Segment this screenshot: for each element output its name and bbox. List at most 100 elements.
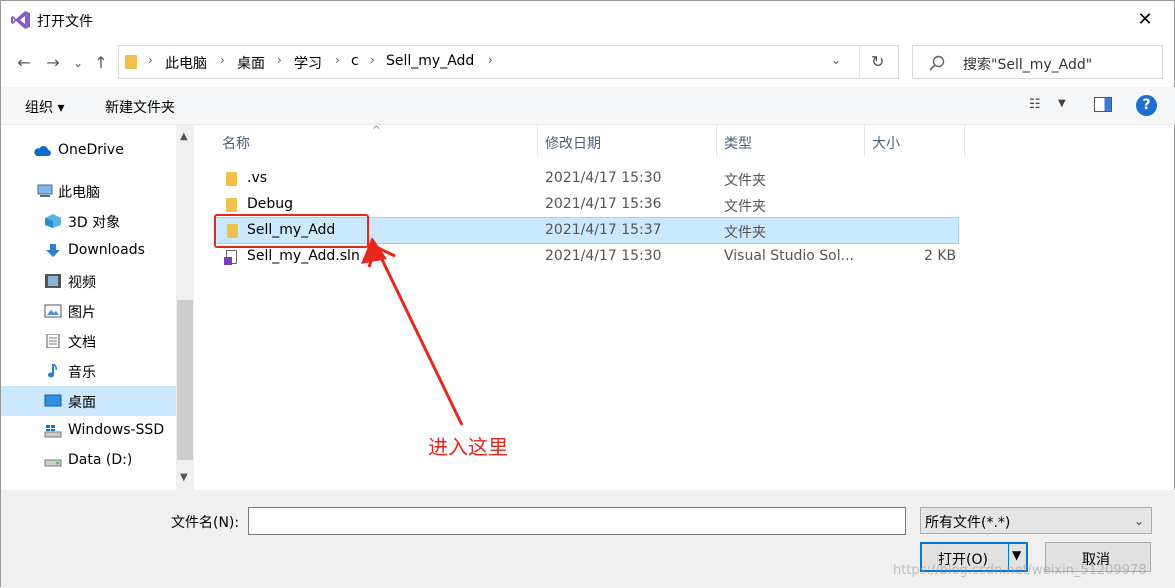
scroll-down-icon[interactable]: ▼ [180, 472, 188, 483]
sidebar-item-pictures[interactable]: 图片 [1, 296, 176, 326]
breadcrumb-separator[interactable]: › [335, 53, 340, 67]
cube-icon [45, 214, 61, 228]
folder-icon [226, 198, 237, 212]
column-header-size[interactable]: 大小 [866, 125, 965, 157]
music-icon [48, 364, 57, 378]
download-icon [46, 244, 60, 257]
column-label: 类型 [724, 136, 752, 152]
sidebar-item-label: 桌面 [68, 395, 96, 411]
chevron-down-icon[interactable]: ▼ [1058, 98, 1066, 109]
new-folder-button[interactable]: 新建文件夹 [105, 97, 175, 117]
file-modified: 2021/4/17 15:37 [545, 222, 662, 238]
folder-icon [125, 55, 137, 69]
file-type: 文件夹 [724, 173, 766, 189]
scrollbar-thumb[interactable] [177, 300, 193, 460]
chevron-down-icon[interactable]: ⌄ [831, 53, 841, 67]
table-row[interactable]: .vs 2021/4/17 15:30 文件夹 [214, 166, 959, 192]
back-button[interactable]: ← [13, 52, 35, 74]
sidebar-item-label: 此电脑 [58, 185, 100, 201]
sidebar-item-label: 视频 [68, 275, 96, 291]
file-modified: 2021/4/17 15:36 [545, 196, 662, 212]
scroll-up-icon[interactable]: ▲ [180, 131, 188, 142]
divider [859, 46, 860, 78]
file-type: 文件夹 [724, 225, 766, 241]
breadcrumb-separator[interactable]: › [277, 53, 282, 67]
file-type-value: 所有文件(*.*) [925, 515, 1011, 531]
navigation-pane: OneDrive 此电脑 3D 对象 Downloads 视频 图片 文档 音乐… [1, 125, 194, 490]
file-type: 文件夹 [724, 199, 766, 215]
filename-label: 文件名(N): [171, 515, 240, 531]
file-type: Visual Studio Sol... [724, 248, 854, 264]
file-type-select[interactable]: 所有文件(*.*) ⌄ [920, 507, 1152, 534]
sidebar-item-onedrive[interactable]: OneDrive [1, 136, 176, 166]
cloud-icon [34, 146, 51, 156]
sidebar-item-data-d[interactable]: Data (D:) [1, 446, 176, 476]
column-label: 修改日期 [545, 136, 601, 152]
open-options-dropdown-icon[interactable]: ▼ [1012, 548, 1021, 562]
video-icon [45, 274, 61, 288]
annotation-text: 进入这里 [428, 435, 508, 459]
breadcrumb-c[interactable]: c [351, 53, 359, 69]
title-bar: 打开文件 ✕ [1, 1, 1175, 39]
column-label: 名称 [222, 136, 250, 152]
sidebar-item-windows-ssd[interactable]: Windows-SSD [1, 416, 176, 446]
drive-icon [44, 459, 62, 467]
folder-icon [226, 172, 237, 186]
drive-icon [44, 425, 62, 438]
address-bar[interactable]: › 此电脑 › 桌面 › 学习 › c › Sell_my_Add › ⌄ ↻ [118, 45, 899, 79]
view-options-icon[interactable]: ☷ [1029, 97, 1049, 113]
sidebar-item-label: 3D 对象 [68, 215, 121, 231]
filename-input[interactable]: ⌄ [248, 507, 1146, 535]
sidebar-item-music[interactable]: 音乐 [1, 356, 176, 386]
sidebar-item-label: Windows-SSD [68, 422, 165, 438]
search-icon [929, 55, 945, 71]
organize-button[interactable]: 组织 ▾ [25, 97, 64, 117]
file-name: Sell_my_Add.sln [247, 248, 360, 264]
sidebar-item-documents[interactable]: 文档 [1, 326, 176, 356]
sidebar-item-desktop[interactable]: 桌面 [1, 386, 176, 416]
chevron-down-icon[interactable]: ⌄ [1134, 514, 1144, 528]
refresh-icon[interactable]: ↻ [871, 52, 884, 71]
sidebar-item-videos[interactable]: 视频 [1, 266, 176, 296]
dialog-footer: 文件名(N): ⌄ 所有文件(*.*) ⌄ 打开(O) ▼ 取消 https:/… [1, 490, 1175, 588]
visual-studio-icon [11, 11, 30, 29]
watermark: https://blog.csdn.net/weixin_51209978 [893, 563, 1147, 578]
column-header-type[interactable]: 类型 [718, 125, 865, 157]
sidebar-item-label: 图片 [68, 305, 96, 321]
close-button[interactable]: ✕ [1129, 7, 1161, 33]
breadcrumb-sell-my-add[interactable]: Sell_my_Add [386, 53, 474, 69]
recent-locations-button[interactable]: ⌄ [67, 52, 89, 74]
open-file-dialog: 打开文件 ✕ ← → ⌄ ↑ › 此电脑 › 桌面 › 学习 › c › Sel… [0, 0, 1175, 588]
breadcrumb-separator[interactable]: › [220, 53, 225, 67]
file-modified: 2021/4/17 15:30 [545, 170, 662, 186]
breadcrumb-separator[interactable]: › [370, 53, 375, 67]
column-header-modified[interactable]: 修改日期 [539, 125, 717, 157]
breadcrumb-desktop[interactable]: 桌面 [237, 53, 265, 73]
file-size: 2 KB [924, 248, 957, 264]
file-name: Debug [247, 196, 294, 212]
sidebar-item-downloads[interactable]: Downloads [1, 236, 176, 266]
preview-pane-icon[interactable] [1094, 97, 1112, 112]
breadcrumb-study[interactable]: 学习 [294, 53, 322, 73]
breadcrumb-separator[interactable]: › [148, 53, 153, 67]
sidebar-item-3d-objects[interactable]: 3D 对象 [1, 206, 176, 236]
sidebar-item-label: Data (D:) [68, 452, 133, 468]
search-box[interactable]: 搜索"Sell_my_Add" [912, 45, 1163, 79]
sidebar-item-this-pc[interactable]: 此电脑 [1, 176, 176, 206]
solution-file-icon [224, 250, 237, 265]
sidebar-item-label: OneDrive [58, 142, 124, 158]
column-label: 大小 [872, 136, 900, 152]
up-button[interactable]: ↑ [90, 52, 112, 74]
help-button[interactable]: ? [1136, 95, 1157, 116]
breadcrumb-separator[interactable]: › [488, 53, 493, 67]
document-icon [46, 334, 60, 348]
window-title: 打开文件 [37, 14, 93, 30]
annotation-highlight-box [214, 214, 369, 248]
file-name: .vs [247, 170, 268, 186]
navigation-scrollbar[interactable]: ▲ ▼ [176, 125, 194, 490]
computer-icon [37, 184, 53, 197]
column-header-name[interactable]: 名称 [216, 125, 538, 157]
breadcrumb-this-pc[interactable]: 此电脑 [165, 53, 207, 73]
forward-button[interactable]: → [42, 52, 64, 74]
picture-icon [44, 304, 62, 318]
